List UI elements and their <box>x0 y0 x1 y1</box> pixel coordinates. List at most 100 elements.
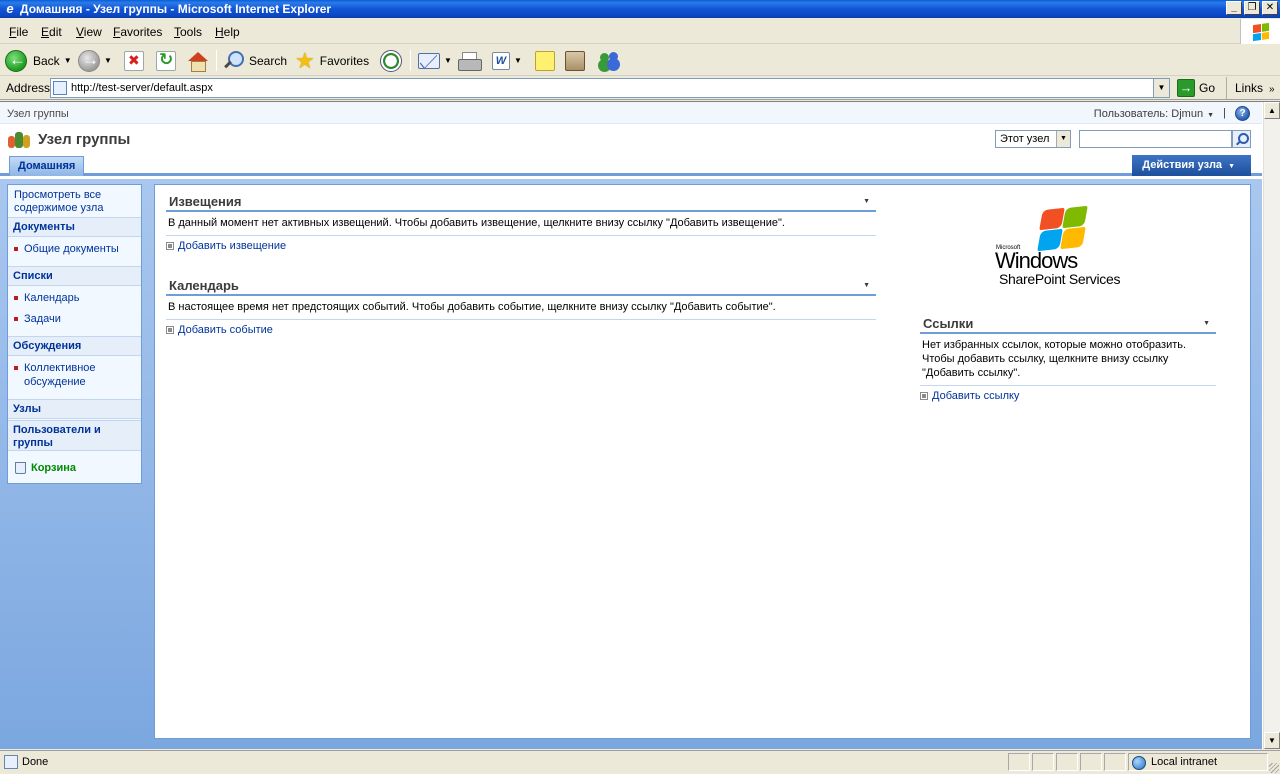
star-icon: ★ <box>295 47 315 73</box>
maximize-button[interactable]: ❐ <box>1244 1 1260 15</box>
ql-heading-documents[interactable]: Документы <box>8 217 141 237</box>
add-announcement-link[interactable]: Добавить извещение <box>166 236 876 252</box>
page-icon <box>53 81 67 95</box>
ql-item-shared-documents[interactable]: Общие документы <box>14 242 134 256</box>
chevron-down-icon[interactable]: ▼ <box>104 56 112 65</box>
quick-launch: Просмотреть все содержимое узла Документ… <box>7 184 142 484</box>
ql-heading-discussions[interactable]: Обсуждения <box>8 336 141 356</box>
research-icon <box>565 50 585 71</box>
menu-file[interactable]: File <box>9 25 28 39</box>
address-input[interactable]: http://test-server/default.aspx ▼ <box>50 78 1170 98</box>
search-button[interactable]: Search <box>222 48 287 73</box>
site-actions-menu[interactable]: Действия узла ▼ <box>1132 155 1251 176</box>
ql-item-team-discussion[interactable]: Коллективное обсуждение <box>14 361 134 389</box>
search-scope-select[interactable]: Этот узел ▼ <box>995 130 1071 148</box>
wss-logo: Microsoft Windows SharePoint Services <box>995 205 1141 289</box>
add-event-label: Добавить событие <box>178 324 273 336</box>
mail-icon <box>418 52 440 69</box>
status-cell <box>1032 753 1054 771</box>
calendar-title[interactable]: Календарь ▼ <box>166 276 876 296</box>
forward-button[interactable]: ▼ <box>78 48 112 73</box>
chevron-down-icon[interactable]: ▼ <box>64 56 72 65</box>
vertical-scrollbar[interactable]: ▲ ▼ <box>1263 102 1280 749</box>
back-label: Back <box>33 53 60 68</box>
print-button[interactable] <box>458 48 482 73</box>
refresh-icon <box>156 50 176 71</box>
menu-edit[interactable]: Edit <box>41 25 62 39</box>
links-button[interactable]: Links » <box>1226 77 1275 99</box>
research-button[interactable] <box>565 48 585 73</box>
minimize-button[interactable]: _ <box>1226 1 1242 15</box>
webpart-menu-icon[interactable]: ▼ <box>863 276 870 296</box>
webpart-menu-icon[interactable]: ▼ <box>1203 314 1210 334</box>
edit-button[interactable]: W ▼ <box>492 48 522 73</box>
tab-home[interactable]: Домашняя <box>9 156 85 176</box>
scroll-up-icon[interactable]: ▲ <box>1264 102 1280 119</box>
top-navigation: Домашняя Действия узла ▼ <box>0 155 1262 176</box>
view-all-content-link[interactable]: Просмотреть все содержимое узла <box>14 189 134 215</box>
mail-button[interactable]: ▼ <box>418 48 452 73</box>
links-title[interactable]: Ссылки ▼ <box>920 314 1216 334</box>
back-button[interactable]: Back ▼ <box>5 48 72 73</box>
search-icon <box>222 50 244 72</box>
printer-icon <box>458 51 482 71</box>
site-actions-label: Действия узла <box>1142 159 1223 171</box>
stop-button[interactable] <box>124 48 144 73</box>
history-button[interactable] <box>380 48 402 73</box>
address-dropdown-icon[interactable]: ▼ <box>1153 79 1169 97</box>
status-cell <box>1008 753 1030 771</box>
webpart-menu-icon[interactable]: ▼ <box>863 192 870 212</box>
search-label: Search <box>249 53 288 68</box>
add-link-link[interactable]: Добавить ссылку <box>920 386 1216 402</box>
recycle-bin-link[interactable]: Корзина <box>15 462 76 474</box>
help-icon[interactable]: ? <box>1235 106 1250 121</box>
menu-tools[interactable]: Tools <box>174 25 202 39</box>
toolbar-separator <box>216 50 217 71</box>
ql-item-calendar[interactable]: Календарь <box>14 291 134 305</box>
page-icon <box>4 755 18 769</box>
user-label: Пользователь: Djmun <box>1093 108 1204 120</box>
word-icon: W <box>492 51 510 70</box>
ql-heading-people-groups[interactable]: Пользователи и группы <box>8 420 141 451</box>
window-title: Домашняя - Узел группы - Microsoft Inter… <box>20 2 332 16</box>
ql-item-tasks[interactable]: Задачи <box>14 312 134 326</box>
go-button[interactable]: → Go <box>1177 79 1215 97</box>
address-url[interactable]: http://test-server/default.aspx <box>71 82 213 94</box>
breadcrumb[interactable]: Узел группы <box>7 108 69 120</box>
chevron-down-icon[interactable]: ▼ <box>444 56 452 65</box>
search-input[interactable] <box>1079 130 1232 148</box>
announcements-webpart: Извещения ▼ В данный момент нет активных … <box>166 192 876 252</box>
chevron-down-icon[interactable]: ▼ <box>1056 131 1070 147</box>
refresh-button[interactable] <box>156 48 176 73</box>
chevron-down-icon: ▼ <box>1228 163 1235 170</box>
add-bullet-icon <box>166 242 174 250</box>
security-zone[interactable]: Local intranet <box>1128 753 1268 771</box>
announcements-title[interactable]: Извещения ▼ <box>166 192 876 212</box>
search-go-icon[interactable] <box>1232 130 1251 148</box>
links-webpart: Ссылки ▼ Нет избранных ссылок, которые мо… <box>920 314 1216 402</box>
status-cell <box>1056 753 1078 771</box>
messenger-button[interactable] <box>598 48 620 73</box>
discuss-button[interactable] <box>535 48 555 73</box>
note-icon <box>535 50 555 71</box>
add-event-link[interactable]: Добавить событие <box>166 320 876 336</box>
site-title[interactable]: Узел группы <box>38 131 130 148</box>
recycle-bin-icon <box>15 462 26 474</box>
scroll-down-icon[interactable]: ▼ <box>1264 732 1280 749</box>
ql-heading-sites[interactable]: Узлы <box>8 399 141 419</box>
user-menu[interactable]: Пользователь: Djmun ▼ <box>1094 108 1214 120</box>
favorites-button[interactable]: ★ Favorites <box>295 48 369 73</box>
menu-bar: File Edit View Favorites Tools Help <box>0 19 1280 44</box>
status-text: Done <box>22 756 49 768</box>
resize-grip-icon[interactable] <box>1269 763 1279 773</box>
chevron-down-icon[interactable]: ▼ <box>514 56 522 65</box>
home-button[interactable] <box>187 48 208 73</box>
status-cell <box>1080 753 1102 771</box>
menu-help[interactable]: Help <box>215 25 240 39</box>
stop-icon <box>124 50 144 71</box>
menu-view[interactable]: View <box>76 25 102 39</box>
ql-heading-lists[interactable]: Списки <box>8 266 141 286</box>
close-button[interactable]: ✕ <box>1262 1 1278 15</box>
site-logo-icon <box>8 131 32 151</box>
menu-favorites[interactable]: Favorites <box>113 25 162 39</box>
